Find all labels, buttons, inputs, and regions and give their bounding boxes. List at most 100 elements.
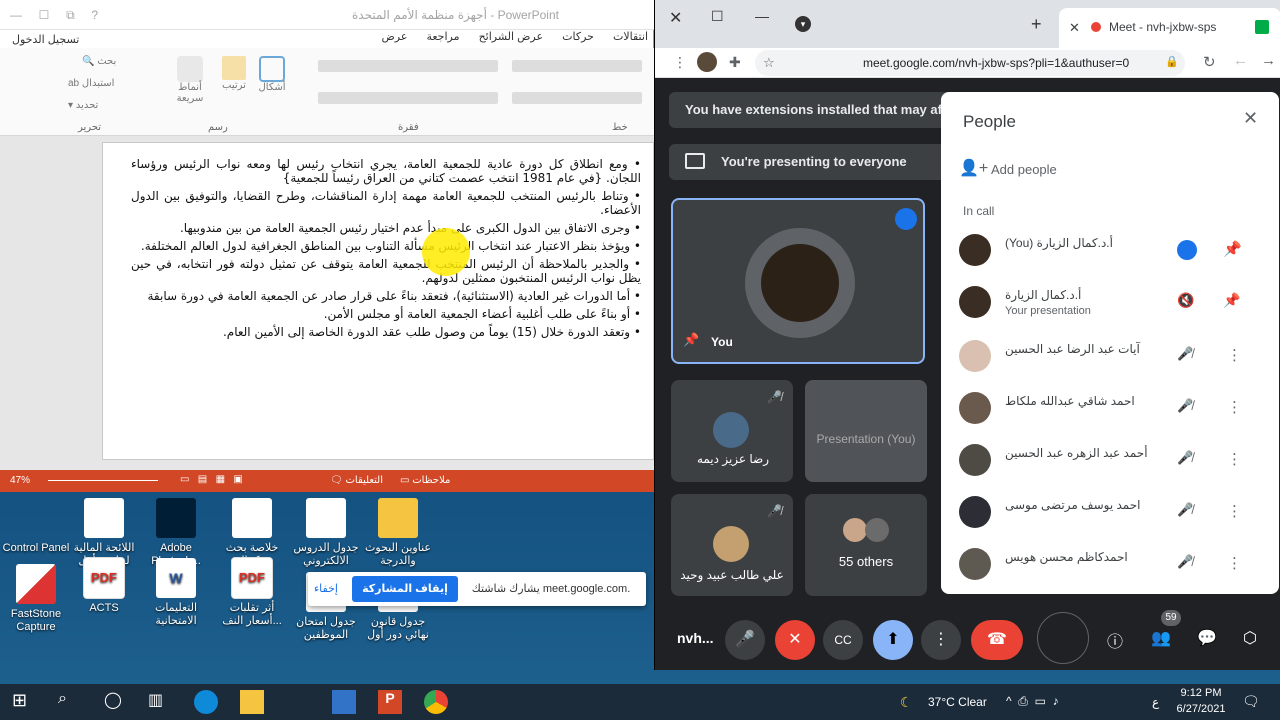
font-format-controls[interactable] xyxy=(512,92,642,104)
start-icon[interactable]: ⊞ xyxy=(12,690,36,714)
stop-sharing-button[interactable]: إيقاف المشاركة xyxy=(352,576,458,602)
zoom-level[interactable]: 47% xyxy=(10,475,30,486)
maximize-icon[interactable]: ☐ xyxy=(711,8,724,25)
chrome-taskbar-icon[interactable] xyxy=(424,690,448,714)
more-options-icon[interactable]: ⋮ xyxy=(1227,502,1247,522)
more-options-button[interactable]: ⋮ xyxy=(921,620,961,660)
desktop-icon[interactable]: Control Panel xyxy=(0,498,72,555)
slide-bullet: وجرى الاتفاق بين الدول الكبرى على مبدأ ع… xyxy=(131,221,641,235)
notifications-icon[interactable]: 🗨 xyxy=(1242,693,1260,710)
more-options-icon[interactable]: ⋮ xyxy=(1227,346,1247,366)
font-controls[interactable] xyxy=(512,60,642,72)
zoom-slider[interactable] xyxy=(48,480,158,481)
people-icon[interactable]: 👥 xyxy=(1151,628,1171,648)
menu-icon[interactable]: ⋮ xyxy=(673,54,687,71)
notes-button[interactable]: ▭ ملاحظات xyxy=(400,475,450,486)
clock-date[interactable]: 6/27/2021 xyxy=(1172,703,1230,715)
slide-canvas[interactable]: ومع انطلاق كل دورة عادية للجمعية العامة،… xyxy=(102,142,654,460)
quick-styles-button[interactable]: أنماط سريعة xyxy=(172,56,208,104)
unpin-icon[interactable]: 📌 xyxy=(1223,240,1243,260)
weather-text[interactable]: 37°C Clear xyxy=(928,695,987,709)
slide-bullet: ويؤخذ بنظر الاعتبار عند انتخاب الرئيس مس… xyxy=(131,239,641,253)
desktop-icon[interactable]: FastStone Capture xyxy=(0,564,72,634)
mail-icon[interactable] xyxy=(332,690,356,714)
participant-row[interactable]: احمد يوسف مرتضى موسى 🎤̸ ⋮ xyxy=(941,488,1279,540)
find-button[interactable]: 🔍 بحث xyxy=(82,56,116,67)
participant-row[interactable]: آيات عبد الرضا عبد الحسين 🎤̸ ⋮ xyxy=(941,332,1279,384)
tab-view[interactable]: عرض xyxy=(381,30,407,43)
close-tab-icon[interactable]: ✕ xyxy=(1069,20,1080,36)
reload-icon[interactable]: ↻ xyxy=(1203,53,1216,71)
powerpoint-taskbar-icon[interactable]: P xyxy=(378,690,402,714)
minimize-icon[interactable]: — xyxy=(755,8,769,24)
participant-row[interactable]: أحمد عبد الزهره عبد الحسين 🎤̸ ⋮ xyxy=(941,436,1279,488)
tab-search-icon[interactable]: ▾ xyxy=(795,16,811,32)
profile-avatar[interactable] xyxy=(697,52,717,72)
input-language[interactable]: ع xyxy=(1152,695,1159,709)
clock-time[interactable]: 9:12 PM xyxy=(1176,687,1226,699)
info-icon[interactable]: ⓘ xyxy=(1107,628,1123,652)
chrome-tab-meet[interactable]: ✕ Meet - nvh-jxbw-sps xyxy=(1059,8,1280,48)
cortana-icon[interactable]: ◯ xyxy=(104,690,128,714)
paragraph-controls[interactable] xyxy=(318,60,498,72)
mic-off-icon: 🎤̸ xyxy=(1177,502,1194,517)
tab-transitions[interactable]: انتقالات xyxy=(613,30,648,43)
others-tile[interactable]: 55 others xyxy=(805,494,927,596)
add-people-button[interactable]: 👤+ Add people xyxy=(959,156,1259,184)
pin-icon[interactable]: 📌 xyxy=(1223,292,1243,312)
slide-bullet: وتناط بالرئيس المنتخب للجمعية العامة مهم… xyxy=(131,189,641,217)
pin-icon[interactable]: 📌 xyxy=(683,332,699,348)
comments-button[interactable]: 🗨 التعليقات xyxy=(330,475,383,486)
replace-button[interactable]: ab استبدال xyxy=(68,78,114,89)
more-options-icon[interactable]: ⋮ xyxy=(1227,398,1247,418)
edge-icon[interactable] xyxy=(194,690,218,714)
tray-icons[interactable]: ^ ⎙ ▭ ♪ xyxy=(1006,694,1059,709)
alignment-controls[interactable] xyxy=(318,92,498,104)
tab-review[interactable]: مراجعة xyxy=(426,30,459,43)
leave-call-button[interactable]: ☎ xyxy=(971,620,1023,660)
file-explorer-icon[interactable] xyxy=(240,690,264,714)
captions-button[interactable]: CC xyxy=(823,620,863,660)
signin-link[interactable]: تسجيل الدخول xyxy=(12,33,79,46)
camera-off-button[interactable]: ✕ xyxy=(775,620,815,660)
participant-tile[interactable]: 🎤̸ رضا عزيز ديمه xyxy=(671,380,793,482)
more-options-icon[interactable]: ⋮ xyxy=(1227,450,1247,470)
task-view-icon[interactable]: ▥ xyxy=(148,690,172,714)
close-panel-icon[interactable]: ✕ xyxy=(1243,108,1258,129)
presentation-tile[interactable]: Presentation (You) xyxy=(805,380,927,482)
hide-share-bar-button[interactable]: إخفاء xyxy=(314,582,338,595)
desktop-icon[interactable]: عناوين البحوث والدرجة xyxy=(362,498,434,568)
lock-icon[interactable]: 🔒 xyxy=(1165,55,1179,68)
participant-tile[interactable]: 🎤̸ علي طالب عبيد وحيد xyxy=(671,494,793,596)
participant-row[interactable]: أ.د.كمال الزيارة Your presentation 🔇 📌 xyxy=(941,278,1279,330)
close-window-icon[interactable]: ✕ xyxy=(669,8,682,28)
present-button[interactable]: ⬆ xyxy=(873,620,913,660)
back-icon[interactable]: → xyxy=(1261,52,1276,69)
address-bar[interactable]: ☆ meet.google.com/nvh-jxbw-sps?pli=1&aut… xyxy=(755,50,1185,76)
chat-icon[interactable]: 💬 xyxy=(1197,628,1217,648)
desktop-icon[interactable]: PDF أثر تقلبات أسعار النف... xyxy=(216,558,288,628)
mic-button[interactable]: 🎤 xyxy=(725,620,765,660)
activities-icon[interactable]: ⬡ xyxy=(1243,628,1257,648)
forward-icon[interactable]: ← xyxy=(1233,52,1248,69)
tab-animations[interactable]: حركات xyxy=(562,30,594,43)
tab-slideshow[interactable]: عرض الشرائح xyxy=(479,30,544,43)
bookmark-star-icon[interactable]: ☆ xyxy=(763,55,775,71)
participant-row[interactable]: احمدكاظم محسن هويس 🎤̸ ⋮ xyxy=(941,540,1279,592)
desktop-icon[interactable]: PDF ACTS xyxy=(68,558,140,615)
self-tile[interactable]: 📌 You xyxy=(671,198,925,364)
participant-row[interactable]: احمد شاقي عبدالله ملكاط 🎤̸ ⋮ xyxy=(941,384,1279,436)
view-icons[interactable]: ▭ ▤ ▦ ▣ xyxy=(180,474,243,485)
shapes-button[interactable]: أشكال xyxy=(254,56,290,93)
extensions-icon[interactable]: ✚ xyxy=(729,54,741,71)
new-tab-icon[interactable]: + xyxy=(1031,14,1042,35)
desktop-icon[interactable]: جدول الدروس الالكتروني xyxy=(290,498,362,568)
search-icon[interactable]: ⌕ xyxy=(58,690,82,714)
desktop-icon[interactable]: W التعليمات الامتحانية xyxy=(140,558,212,628)
arrange-button[interactable]: ترتيب xyxy=(216,56,252,91)
more-options-icon[interactable]: ⋮ xyxy=(1227,554,1247,574)
mute-audio-icon[interactable]: 🔇 xyxy=(1177,292,1197,312)
participant-row[interactable]: أ.د.كمال الزيارة (You) 📌 xyxy=(941,226,1279,278)
photoshop-icon xyxy=(156,498,196,538)
select-button[interactable]: ▾ تحديد xyxy=(68,100,98,111)
